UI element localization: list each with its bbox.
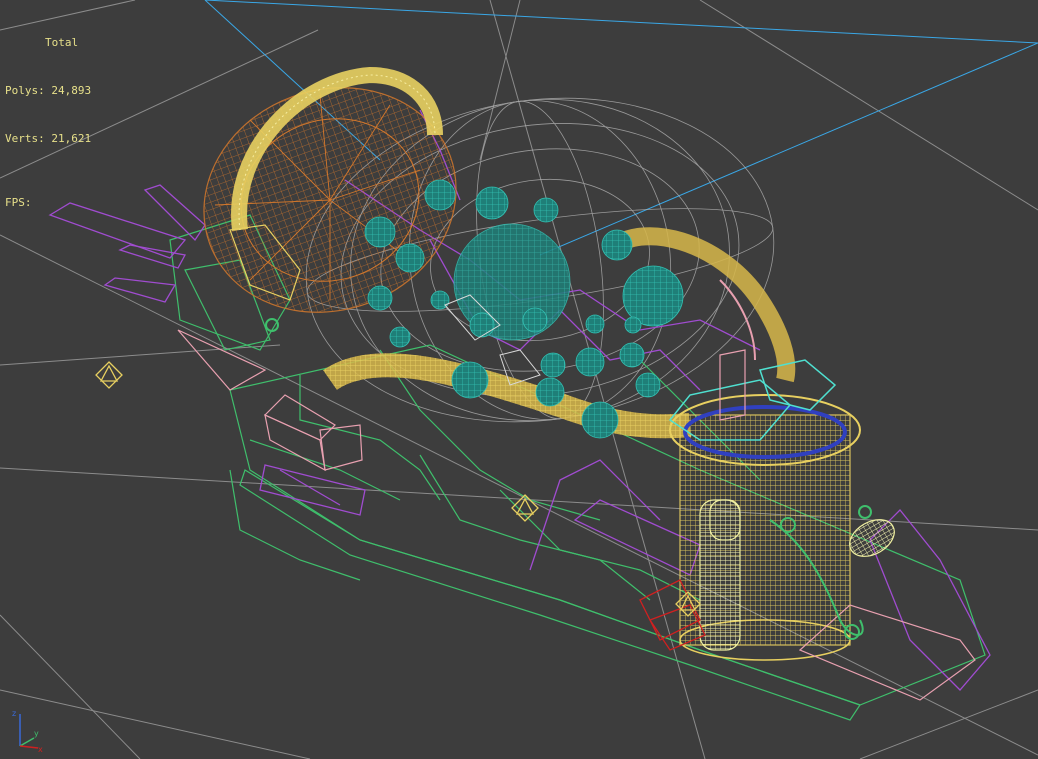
stats-header: Total — [45, 36, 79, 49]
light-helper-icon[interactable] — [95, 361, 123, 389]
axis-tripod-icon: z y x — [12, 709, 43, 753]
verts-stat: Verts: 21,621 — [5, 131, 91, 147]
polys-value: 24,893 — [51, 84, 92, 97]
axis-z-label: z — [12, 709, 16, 718]
fps-stat: FPS: — [5, 195, 91, 211]
fps-label: FPS: — [5, 196, 32, 209]
verts-label: Verts: — [5, 132, 45, 145]
axis-x-label: x — [38, 745, 43, 753]
perspective-viewport[interactable]: Total Polys: 24,893 Verts: 21,621 FPS: z… — [0, 0, 1038, 759]
cylinder-tower[interactable] — [668, 359, 861, 661]
world-axis-line-3 — [539, 42, 1038, 256]
pink-boxes[interactable] — [177, 329, 976, 701]
polys-stat: Polys: 24,893 — [5, 83, 91, 99]
polys-label: Polys: — [5, 84, 45, 97]
wireframe-scene[interactable] — [0, 0, 1038, 759]
ground-grid — [0, 0, 1038, 759]
world-axis-line — [204, 0, 1038, 44]
verts-value: 21,621 — [51, 132, 92, 145]
axis-y-label: y — [34, 729, 39, 738]
viewport-statistics: Total Polys: 24,893 Verts: 21,621 FPS: — [5, 3, 91, 243]
